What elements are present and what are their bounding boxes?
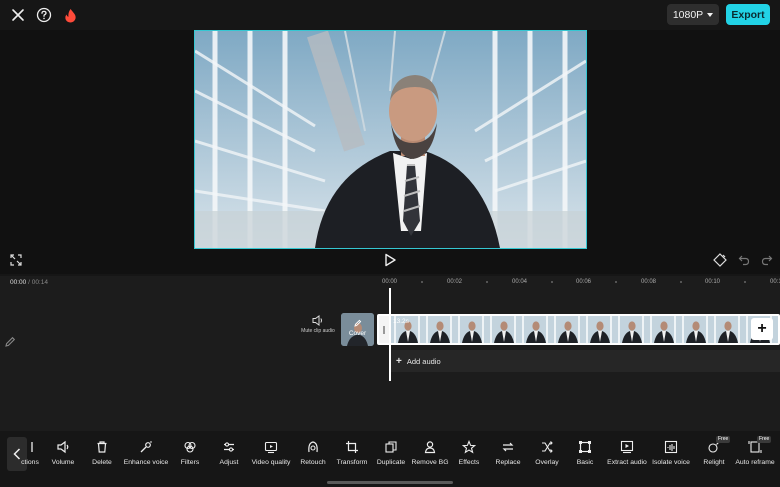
mute-clip-audio-label: Mute clip audio [301, 328, 335, 334]
ruler-tick-label: 00:08 [641, 279, 657, 285]
close-icon[interactable] [8, 5, 28, 25]
pencil-icon[interactable] [3, 335, 17, 349]
clip-frame [711, 316, 743, 343]
clip-duration: 13.2s [393, 318, 409, 325]
tool-label: Relight [703, 459, 725, 466]
remove-bg-icon [424, 441, 436, 454]
tool-label: Volume [51, 459, 75, 466]
export-button[interactable]: Export [726, 4, 770, 25]
add-clip-button[interactable]: + [751, 318, 773, 340]
video-frame-image [195, 31, 586, 248]
help-icon[interactable] [34, 5, 54, 25]
ruler-tick-dot [551, 281, 553, 283]
mute-clip-audio-button[interactable]: Mute clip audio [300, 315, 336, 345]
ruler-tick-label: 00:12 [770, 279, 780, 285]
duplicate-icon [385, 441, 397, 453]
keyframe-icon[interactable] [712, 252, 728, 268]
clip-frame [455, 316, 487, 343]
tool-label: Filters [180, 459, 200, 466]
resolution-dropdown[interactable]: 1080P [667, 4, 719, 25]
current-time: 00:00 [10, 279, 27, 286]
basic-icon [579, 441, 591, 453]
top-bar: 1080P Export [0, 0, 780, 30]
tool-auto-reframe[interactable]: Auto reframe Free [727, 436, 780, 472]
ruler-tick-dot [744, 281, 746, 283]
play-icon[interactable] [382, 251, 398, 269]
redo-icon[interactable] [759, 252, 775, 268]
home-indicator [327, 481, 453, 484]
trash-icon [97, 441, 107, 453]
extract-audio-icon [620, 440, 634, 454]
clip-thumbnails [391, 316, 778, 343]
timecode: 00:00 / 00:14 [10, 279, 48, 286]
video-quality-icon [264, 441, 278, 454]
fire-icon[interactable] [61, 5, 79, 25]
replace-icon [502, 442, 514, 452]
clip-frame [583, 316, 615, 343]
tool-label: Isolate voice [652, 459, 690, 466]
resolution-label: 1080P [672, 8, 704, 21]
video-clip[interactable]: 13.2s [377, 314, 780, 345]
ruler-tick-label: 00:04 [512, 279, 528, 285]
free-badge: Free [757, 436, 772, 443]
clip-frame [519, 316, 551, 343]
cover-button[interactable]: Cover [341, 313, 374, 346]
clip-frames [379, 316, 778, 343]
undo-icon[interactable] [736, 252, 752, 268]
tool-label: Overlay [535, 459, 559, 466]
speaker-icon [312, 315, 322, 326]
edit-cover-icon [354, 319, 362, 327]
retouch-icon [308, 441, 318, 453]
video-preview[interactable] [194, 30, 587, 249]
preview-controls [0, 248, 780, 272]
preview-area [0, 30, 780, 274]
adjust-icon [224, 442, 234, 452]
cover-label: Cover [348, 330, 367, 337]
tool-label: Auto reframe [735, 459, 775, 466]
ruler-tick-dot [615, 281, 617, 283]
ruler-tick-label: 00:06 [576, 279, 592, 285]
timeline[interactable]: 00:00 / 00:14 00:00 00:02 00:04 00:06 00:08 0… [0, 276, 780, 431]
clip-frame [487, 316, 519, 343]
clip-frame [679, 316, 711, 343]
tool-label: Adjust [219, 459, 239, 466]
ruler-tick-label: 00:10 [705, 279, 721, 285]
tool-label: Duplicate [376, 459, 406, 466]
ruler-tick-dot [421, 281, 423, 283]
tool-label: Effects [458, 459, 480, 466]
tool-label: Retouch [300, 459, 326, 466]
clip-frame [615, 316, 647, 343]
bottom-toolbar: ctions Volume Delete Enhance voice Filters Ad… [0, 434, 780, 487]
filters-icon [184, 441, 196, 453]
ruler-tick-dot [680, 281, 682, 283]
ruler-tick-label: 00:02 [447, 279, 463, 285]
effects-icon [462, 440, 476, 454]
ruler-tick-dot [486, 281, 488, 283]
caret-down-icon [707, 12, 714, 17]
playhead[interactable] [389, 288, 391, 381]
tool-label: Basic [576, 459, 594, 466]
ruler-tick-label: 00:00 [382, 279, 398, 285]
clip-trim-handle[interactable] [379, 316, 389, 343]
fullscreen-icon[interactable] [8, 252, 24, 268]
enhance-voice-icon [140, 441, 152, 453]
total-time: 00:14 [31, 279, 48, 286]
overlay-icon [542, 441, 553, 453]
clip-frame [647, 316, 679, 343]
transform-icon [346, 441, 358, 453]
add-audio-button[interactable]: + Add audio [391, 350, 780, 372]
tool-label: Extract audio [607, 459, 647, 466]
clip-frame [423, 316, 455, 343]
isolate-voice-icon [664, 440, 678, 454]
add-audio-label: Add audio [406, 356, 441, 366]
clip-frame [551, 316, 583, 343]
plus-icon: + [396, 355, 402, 367]
clip-frame [775, 316, 778, 343]
volume-icon [57, 440, 69, 454]
tool-label: Replace [495, 459, 521, 466]
tool-label: Delete [92, 459, 112, 466]
